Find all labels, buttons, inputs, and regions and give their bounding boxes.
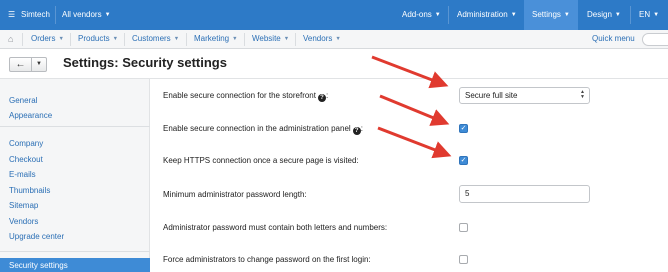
annotation-arrow: [371, 55, 449, 89]
annotation-arrow: [377, 126, 452, 159]
annotation-arrow: [379, 94, 450, 126]
annotation-arrows: [371, 55, 452, 159]
